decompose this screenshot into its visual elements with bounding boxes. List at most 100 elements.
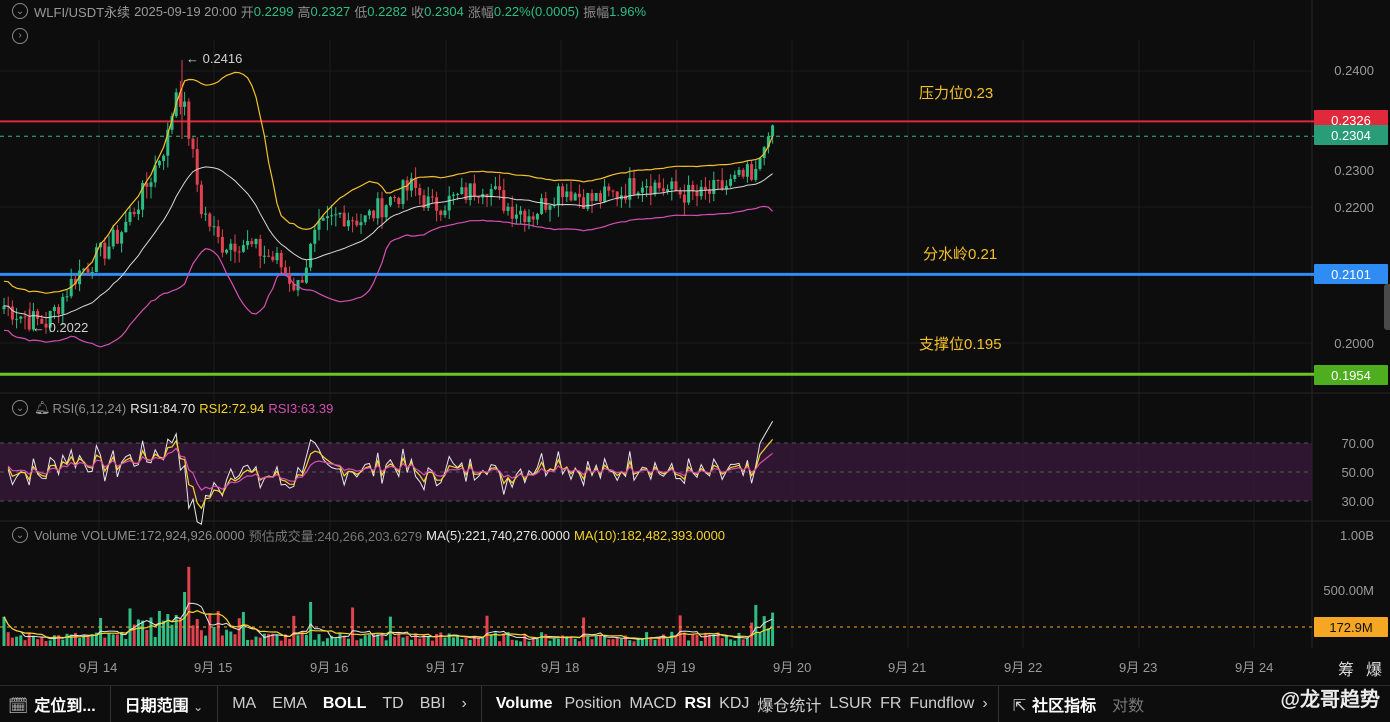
chevron-right-icon[interactable]: › [454, 695, 475, 713]
volume-bar [666, 638, 670, 646]
candle-body [216, 226, 220, 237]
chart-canvas[interactable] [0, 0, 1390, 685]
volume-value: VOLUME:172,924,926.0000 [81, 527, 245, 543]
rsi1-value: RSI1:84.70 [130, 400, 196, 416]
volume-bar [111, 634, 115, 646]
candle-body [577, 193, 581, 198]
candle-body [745, 164, 749, 177]
volume-bar [241, 612, 245, 646]
chevron-down-icon[interactable]: ⌄ [12, 400, 28, 416]
candle-body [540, 198, 544, 214]
indicator-ema[interactable]: EMA [264, 695, 315, 713]
candle-body [519, 210, 523, 215]
volume-bar [544, 634, 548, 646]
volume-bar [44, 640, 48, 646]
price-axis-label: 0.2000 [1334, 336, 1374, 351]
watermark: @龙哥趋势 [1280, 689, 1380, 711]
expand-toggle[interactable]: › [0, 25, 34, 44]
volume-bar [594, 636, 598, 646]
volume-header: ⌄ Volume VOLUME:172,924,926.0000 预估成交量:2… [0, 524, 725, 546]
candle-body [204, 213, 208, 215]
volume-bar [254, 636, 258, 646]
volume-tag: 172.9M [1314, 617, 1388, 637]
candle-body [720, 180, 724, 190]
candle-body [57, 307, 61, 314]
chevron-right-icon[interactable]: › [12, 27, 28, 44]
candle-body [435, 197, 439, 211]
volume-bar [737, 632, 741, 646]
sub-indicator-lsur[interactable]: LSUR [825, 695, 876, 713]
high-value: 0.2327 [310, 3, 351, 19]
volume-bar [292, 615, 296, 646]
volume-bar [754, 604, 758, 646]
community-indicators-button[interactable]: ⇱ 社区指标 [1005, 692, 1104, 716]
sub-indicator-kdj[interactable]: KDJ [715, 695, 753, 713]
rsi-axis-label: 30.00 [1341, 494, 1374, 509]
volume-ma10: MA(10):182,482,393.0000 [573, 527, 726, 543]
volume-bar [141, 620, 145, 646]
liquidation-button[interactable]: 爆 [1366, 656, 1382, 680]
x-axis-label: 9月 21 [888, 660, 927, 675]
volume-bar [15, 636, 19, 646]
candle-body [611, 190, 615, 192]
candle-body [367, 210, 371, 216]
candle-body [86, 268, 90, 273]
watershed-annotation: 分水岭0.21 [923, 246, 998, 263]
candle-body [687, 184, 691, 203]
date-range-button[interactable]: 日期范围 ⌄ [117, 692, 212, 716]
indicator-td[interactable]: TD [374, 695, 411, 713]
volume-bar [724, 636, 728, 646]
sub-indicator-volume[interactable]: Volume [488, 695, 561, 713]
volume-bar [401, 637, 405, 646]
candle-body [36, 311, 40, 319]
log-scale-toggle[interactable]: 对数 [1104, 692, 1152, 716]
bell-icon[interactable]: 🔔︎ [34, 400, 51, 416]
candle-body [426, 196, 430, 208]
indicator-ma[interactable]: MA [224, 695, 264, 713]
volume-bar [405, 635, 409, 646]
candle-body [233, 243, 237, 252]
volume-bar [712, 634, 716, 646]
volume-bar [342, 635, 346, 646]
chevron-down-icon[interactable]: ⌄ [12, 527, 28, 543]
candle-body [758, 158, 762, 169]
volume-bar [598, 634, 602, 646]
volume-bar [363, 635, 367, 646]
sub-indicator-liquidation[interactable]: 爆仓统计 [753, 692, 825, 716]
volume-bar [225, 629, 229, 646]
chip-distribution-button[interactable]: 筹 [1338, 656, 1354, 680]
volume-bar [573, 638, 577, 646]
volume-bar [615, 637, 619, 646]
sub-indicator-fundflow[interactable]: Fundflow [905, 695, 978, 713]
chevron-right-icon[interactable]: › [978, 695, 991, 713]
side-panel-handle[interactable] [1384, 284, 1390, 330]
external-link-icon: ⇱ [1012, 698, 1027, 715]
volume-bar [636, 639, 640, 646]
indicator-boll[interactable]: BOLL [315, 695, 375, 713]
volume-bar [535, 638, 539, 646]
rsi-title: RSI(6,12,24) [52, 400, 127, 416]
watershed-price-tag: 0.2101 [1314, 264, 1388, 284]
volume-bar [288, 638, 292, 646]
sub-indicator-position[interactable]: Position [560, 695, 625, 713]
volume-title: Volume [34, 527, 78, 543]
candle-body [729, 178, 733, 186]
sub-indicator-fr[interactable]: FR [876, 695, 905, 713]
sub-indicator-rsi[interactable]: RSI [681, 695, 716, 713]
current-price-tag: 0.2304 [1314, 125, 1388, 145]
calendar-icon: 🗓︎ [8, 698, 29, 715]
candle-body [561, 186, 565, 198]
candle-body [573, 193, 577, 201]
locate-button[interactable]: 🗓︎ 定位到... [0, 692, 104, 716]
indicator-bbi[interactable]: BBI [412, 695, 454, 713]
candle-body [359, 222, 363, 226]
volume-bar [191, 625, 195, 646]
candle-body [598, 193, 602, 202]
candle-body [325, 216, 329, 219]
candle-body [90, 271, 94, 273]
sub-indicator-macd[interactable]: MACD [625, 695, 680, 713]
x-axis-label: 9月 17 [426, 660, 465, 675]
candle-body [10, 306, 14, 320]
candle-body [225, 249, 229, 253]
chevron-down-icon[interactable]: ⌄ [12, 3, 28, 19]
